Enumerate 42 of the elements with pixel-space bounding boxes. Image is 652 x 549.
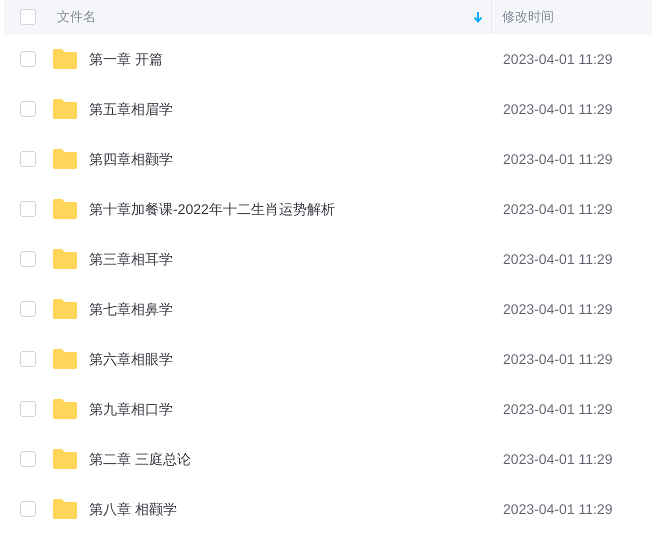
checkbox[interactable] <box>20 351 36 367</box>
folder-icon <box>52 398 78 420</box>
file-name[interactable]: 第七章相鼻学 <box>89 298 173 320</box>
folder-icon <box>52 248 78 270</box>
file-name[interactable]: 第五章相眉学 <box>89 98 173 120</box>
folder-icon <box>52 348 78 370</box>
checkbox[interactable] <box>20 201 36 217</box>
modified-time: 2023-04-01 11:29 <box>502 200 614 218</box>
checkbox[interactable] <box>20 401 36 417</box>
file-name[interactable]: 第八章 相颧学 <box>89 498 177 520</box>
folder-icon <box>52 198 78 220</box>
folder-icon <box>52 48 78 70</box>
modified-time: 2023-04-01 11:29 <box>502 500 614 518</box>
folder-icon <box>52 298 78 320</box>
modified-time: 2023-04-01 11:29 <box>502 400 614 418</box>
modified-time: 2023-04-01 11:29 <box>502 450 614 468</box>
file-name[interactable]: 第三章相耳学 <box>89 248 173 270</box>
modified-time: 2023-04-01 11:29 <box>502 50 614 68</box>
file-name[interactable]: 第九章相口学 <box>89 398 173 420</box>
file-name[interactable]: 第十章加餐课-2022年十二生肖运势解析 <box>89 198 335 220</box>
checkbox[interactable] <box>20 451 36 467</box>
checkbox[interactable] <box>20 101 36 117</box>
modified-time: 2023-04-01 11:29 <box>502 250 614 268</box>
file-name[interactable]: 第一章 开篇 <box>89 48 163 70</box>
checkbox[interactable] <box>20 51 36 67</box>
modified-time: 2023-04-01 11:29 <box>502 150 614 168</box>
modified-time: 2023-04-01 11:29 <box>502 300 614 318</box>
folder-icon <box>52 148 78 170</box>
checkbox[interactable] <box>20 251 36 267</box>
file-name[interactable]: 第六章相眼学 <box>89 348 173 370</box>
sort-arrow-icon[interactable] <box>473 11 483 23</box>
checkbox[interactable] <box>20 301 36 317</box>
checkbox[interactable] <box>20 151 36 167</box>
file-name[interactable]: 第二章 三庭总论 <box>89 448 191 470</box>
folder-icon <box>52 448 78 470</box>
modified-time: 2023-04-01 11:29 <box>502 350 614 368</box>
checkbox[interactable] <box>20 9 36 25</box>
checkbox[interactable] <box>20 501 36 517</box>
folder-icon <box>52 498 78 520</box>
folder-icon <box>52 98 78 120</box>
file-name[interactable]: 第四章相颧学 <box>89 148 173 170</box>
modified-time: 2023-04-01 11:29 <box>502 100 614 118</box>
